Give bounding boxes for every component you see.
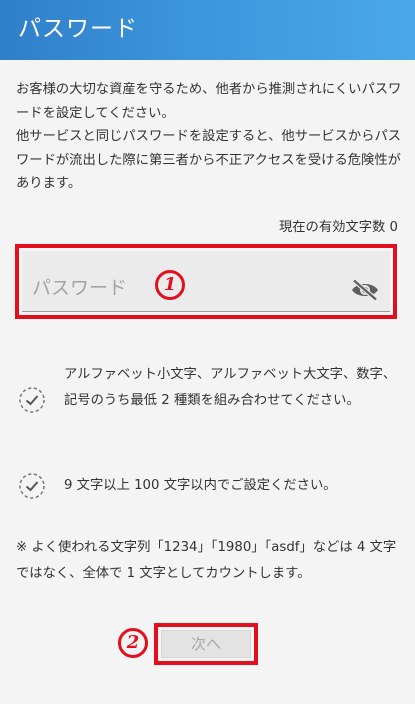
next-button[interactable]: 次へ xyxy=(161,630,251,658)
page-title: パスワード xyxy=(18,16,138,42)
char-count-label: 現在の有効文字数 0 xyxy=(278,220,398,235)
annotation-marker-2: 2 xyxy=(118,628,148,658)
intro-text: お客様の大切な資産を守るため、他者から推測されにくいパスワードを設定してください… xyxy=(16,78,408,196)
password-field[interactable]: 1 xyxy=(22,251,390,312)
intro-line-2: 他サービスと同じパスワードを設定すると、他サービスからパスワードが流出した際に第… xyxy=(16,129,402,191)
password-highlight-box: 1 xyxy=(15,244,397,319)
annotation-marker-1: 1 xyxy=(155,270,185,300)
count-note: ※ よく使われる文字列「1234」「1980」「asdf」などは 4 文字ではな… xyxy=(16,540,397,581)
eye-off-icon[interactable] xyxy=(350,279,380,301)
password-rule-text: アルファベット小文字、アルファベット大文字、数字、記号のうち最低 2 種類を組み… xyxy=(64,367,397,408)
next-button-highlight-box: 次へ xyxy=(154,623,258,665)
intro-line-1: お客様の大切な資産を守るため、他者から推測されにくいパスワードを設定してください… xyxy=(16,82,402,121)
check-circle-icon xyxy=(19,473,45,499)
password-rule-text: 9 文字以上 100 文字以内でご設定ください。 xyxy=(64,478,337,493)
check-circle-icon xyxy=(19,387,45,413)
app-header: パスワード xyxy=(0,0,415,60)
